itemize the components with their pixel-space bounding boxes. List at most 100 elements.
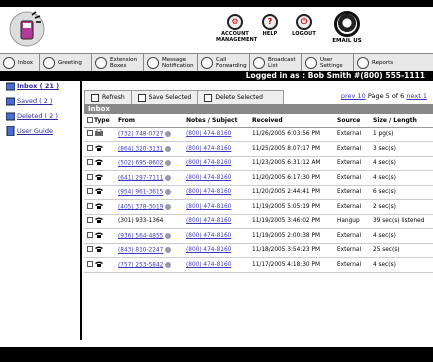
magnify-icon[interactable] <box>165 189 172 195</box>
notes-cell[interactable]: (800) 474-8160 <box>186 170 252 186</box>
email-us-button[interactable]: EMAIL US <box>330 11 364 44</box>
table-row[interactable]: (864) 320-3131 (800) 474-8160 11/25/2005 8… <box>84 141 433 157</box>
row-checkbox[interactable] <box>87 246 93 253</box>
sidebar-label[interactable]: Inbox ( 21 ) <box>17 82 59 90</box>
from-cell[interactable]: (757) 253-5842 <box>118 257 186 273</box>
select-all-checkbox[interactable] <box>87 116 93 123</box>
row-select-cell[interactable] <box>84 243 94 258</box>
magnify-icon[interactable] <box>165 131 172 137</box>
sidebar-item-deleted[interactable]: Deleted ( 2 ) <box>6 108 80 123</box>
magnify-icon[interactable] <box>165 174 172 181</box>
notes-link[interactable]: (800) 474-8160 <box>186 262 231 268</box>
notes-cell[interactable]: (800) 474-8160 <box>186 156 252 171</box>
table-row[interactable]: (954) 961-3615 (800) 474-8160 11/20/2005 2… <box>84 185 433 200</box>
notes-link[interactable]: (800) 474-8160 <box>186 233 231 239</box>
row-checkbox[interactable] <box>87 202 93 209</box>
notes-cell[interactable]: (800) 474-8160 <box>186 257 252 273</box>
notes-link[interactable]: (800) 474-8160 <box>186 204 231 210</box>
from-cell[interactable]: (502) 695-8602 <box>118 156 186 171</box>
notes-cell[interactable]: (800) 474-8160 <box>186 243 252 258</box>
from-link[interactable]: (732) 748-0727 <box>118 132 163 138</box>
magnify-icon[interactable] <box>165 247 172 253</box>
notes-cell[interactable]: (800) 474-8160 <box>186 214 252 229</box>
magnify-icon[interactable] <box>165 160 172 166</box>
magnify-icon[interactable] <box>165 203 172 210</box>
sidebar-label[interactable]: Saved ( 2 ) <box>17 97 53 105</box>
table-row[interactable]: (843) 810-2247 (800) 474-8160 11/18/2005 3… <box>84 243 433 258</box>
row-checkbox[interactable] <box>87 159 93 166</box>
from-link[interactable]: (757) 253-5842 <box>118 262 163 268</box>
table-row[interactable]: (301) 933-1364 (800) 474-8160 11/19/2005 3… <box>84 214 433 229</box>
from-cell[interactable]: (405) 378-3019 <box>118 199 186 215</box>
row-checkbox[interactable] <box>87 217 93 224</box>
magnify-icon[interactable] <box>165 232 172 239</box>
row-select-cell[interactable] <box>84 127 94 142</box>
row-select-cell[interactable] <box>84 156 94 171</box>
table-row[interactable]: (502) 695-8602 (800) 474-8160 11/23/2005 6… <box>84 156 433 171</box>
from-cell[interactable]: (864) 320-3131 <box>118 141 186 157</box>
select-all-cell[interactable] <box>84 115 94 128</box>
sidebar-label[interactable]: User Guide <box>17 127 53 135</box>
sidebar-item-inbox[interactable]: Inbox ( 21 ) <box>6 78 80 93</box>
prev-link[interactable]: prev 10 <box>341 92 366 100</box>
row-checkbox[interactable] <box>87 231 93 238</box>
row-select-cell[interactable] <box>84 257 94 273</box>
save-selected-button[interactable]: Save Selected <box>132 91 199 104</box>
row-checkbox[interactable] <box>87 144 93 151</box>
nav-broadcast-list[interactable]: Broadcast List <box>250 54 302 71</box>
nav-reports[interactable]: Reports <box>354 54 433 71</box>
sidebar-item-saved[interactable]: Saved ( 2 ) <box>6 93 80 108</box>
from-link[interactable]: (641) 297-7111 <box>118 175 163 181</box>
from-link[interactable]: (954) 961-3615 <box>118 190 163 196</box>
nav-user-settings[interactable]: User Settings <box>302 54 354 71</box>
table-row[interactable]: (641) 297-7111 (800) 474-8160 11/20/2005 6… <box>84 170 433 186</box>
table-row[interactable]: (732) 748-0727 (800) 474-8160 11/26/2005 6… <box>84 127 433 142</box>
from-link[interactable]: (843) 810-2247 <box>118 248 163 254</box>
row-select-cell[interactable] <box>84 214 94 229</box>
from-link[interactable]: (405) 378-3019 <box>118 204 163 210</box>
notes-cell[interactable]: (800) 474-8160 <box>186 185 252 200</box>
help-button[interactable]: ? HELP <box>251 14 289 37</box>
from-cell[interactable]: (732) 748-0727 <box>118 127 186 142</box>
sidebar-item-user-guide[interactable]: User Guide <box>6 123 80 138</box>
notes-link[interactable]: (800) 474-8160 <box>186 218 231 224</box>
notes-link[interactable]: (800) 474-8160 <box>186 247 231 253</box>
nav-greeting[interactable]: Greeting <box>40 54 92 71</box>
delete-selected-button[interactable]: Delete Selected <box>198 91 269 104</box>
row-select-cell[interactable] <box>84 170 94 186</box>
from-link[interactable]: (936) 564-4855 <box>118 233 163 239</box>
from-cell[interactable]: (954) 961-3615 <box>118 185 186 200</box>
notes-cell[interactable]: (800) 474-8160 <box>186 199 252 215</box>
logout-button[interactable]: ⏻ LOGOUT <box>285 14 323 37</box>
row-select-cell[interactable] <box>84 185 94 200</box>
notes-cell[interactable]: (800) 474-8160 <box>186 141 252 157</box>
row-select-cell[interactable] <box>84 228 94 244</box>
table-row[interactable]: (757) 253-5842 (800) 474-8160 11/17/2005 4… <box>84 257 433 273</box>
row-select-cell[interactable] <box>84 199 94 215</box>
row-checkbox[interactable] <box>87 260 93 267</box>
from-cell[interactable]: (641) 297-7111 <box>118 170 186 186</box>
from-link[interactable]: (864) 320-3131 <box>118 146 163 152</box>
magnify-icon[interactable] <box>165 261 172 268</box>
notes-link[interactable]: (800) 474-8160 <box>186 175 231 181</box>
next-link[interactable]: next 1 <box>406 92 427 100</box>
row-checkbox[interactable] <box>87 188 93 195</box>
nav-message-notification[interactable]: Message Notification <box>144 54 198 71</box>
notes-cell[interactable]: (800) 474-8160 <box>186 127 252 142</box>
row-checkbox[interactable] <box>87 173 93 180</box>
notes-link[interactable]: (800) 474-8160 <box>186 189 231 195</box>
table-row[interactable]: (936) 564-4855 (800) 474-8160 11/19/2005 2… <box>84 228 433 244</box>
from-link[interactable]: (502) 695-8602 <box>118 161 163 167</box>
row-checkbox[interactable] <box>87 130 93 137</box>
notes-link[interactable]: (800) 474-8160 <box>186 146 231 152</box>
from-cell[interactable]: (936) 564-4855 <box>118 228 186 244</box>
table-row[interactable]: (405) 378-3019 (800) 474-8160 11/19/2005 5… <box>84 199 433 215</box>
nav-extension-boxes[interactable]: Extension Boxes <box>92 54 144 71</box>
account-management-button[interactable]: ⚙ ACCOUNT MANAGEMENT <box>216 14 257 43</box>
sidebar-label[interactable]: Deleted ( 2 ) <box>17 112 58 120</box>
nav-call-forwarding[interactable]: Call Forwarding <box>198 54 250 71</box>
notes-link[interactable]: (800) 474-8160 <box>186 131 231 137</box>
from-cell[interactable]: (843) 810-2247 <box>118 243 186 258</box>
notes-link[interactable]: (800) 474-8160 <box>186 160 231 166</box>
magnify-icon[interactable] <box>165 145 172 152</box>
